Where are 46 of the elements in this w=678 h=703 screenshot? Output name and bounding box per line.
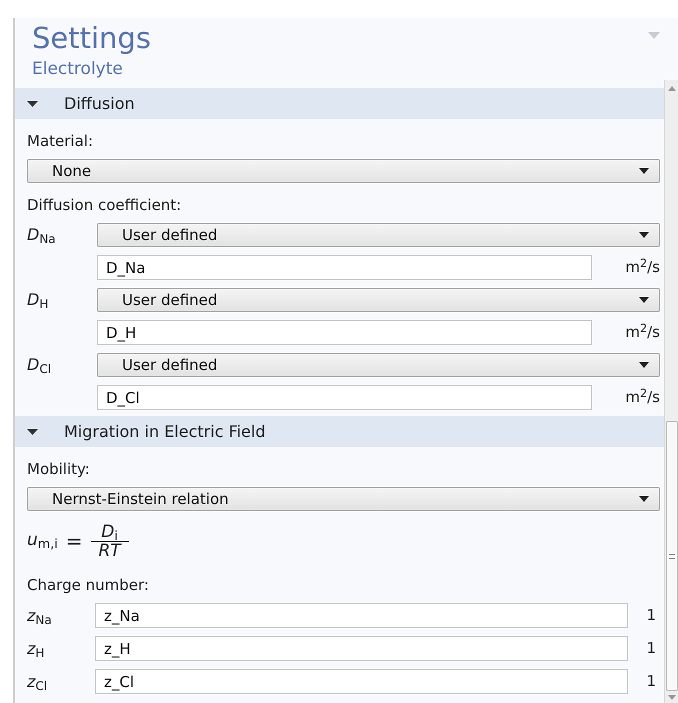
input-field[interactable]: z_Na [95, 603, 628, 628]
input-field[interactable]: D_H [97, 320, 592, 345]
unit-label: m$^{2}$/s [625, 323, 660, 342]
input-field[interactable]: z_H [95, 636, 628, 661]
unit-label: 1 [646, 606, 656, 624]
symbol-label: z$_{Na}$ [27, 606, 52, 624]
caret-icon [27, 428, 38, 434]
scroll-up-icon[interactable] [668, 86, 676, 91]
input-field[interactable]: D_Cl [97, 385, 592, 410]
fraction-denominator: RT [98, 542, 121, 560]
caret-icon [639, 362, 649, 368]
scrollbar[interactable] [664, 80, 678, 703]
caret-icon [27, 100, 38, 106]
unit-label: 1 [646, 639, 656, 658]
panel-subtitle: Electrolyte [32, 58, 123, 81]
dropdown[interactable]: Nernst-Einstein relation [27, 487, 660, 511]
symbol-label: z$_{Cl}$ [27, 672, 48, 690]
section-header[interactable]: Migration in Electric Field [15, 416, 664, 447]
caret-icon [639, 168, 649, 174]
symbol-label: D$_{H}$ [27, 290, 48, 309]
dropdown-arrow-icon[interactable] [648, 32, 660, 39]
field-label: Material: [27, 131, 93, 151]
field-label: Diffusion coefficient: [27, 195, 182, 215]
caret-icon [639, 297, 649, 303]
scroll-down-icon[interactable] [668, 695, 676, 700]
formula-lhs: u$_{m,i}$ [27, 529, 58, 554]
fraction-numerator: D$_{i}$ [101, 522, 118, 540]
dropdown[interactable]: User defined [97, 288, 660, 312]
unit-label: m$^{2}$/s [625, 388, 660, 406]
unit-label: m$^{2}$/s [625, 258, 660, 276]
panel-title: Settings [32, 20, 151, 56]
dropdown[interactable]: User defined [97, 223, 660, 247]
symbol-label: D$_{Cl}$ [27, 355, 52, 374]
equals-sign: = [66, 528, 83, 555]
caret-icon [639, 232, 649, 238]
symbol-label: D$_{Na}$ [27, 225, 56, 244]
dropdown[interactable]: None [27, 159, 660, 183]
input-field[interactable]: D_Na [97, 255, 592, 280]
unit-label: 1 [646, 672, 656, 690]
input-field[interactable]: z_Cl [95, 669, 628, 694]
field-label: Charge number: [27, 575, 149, 595]
dropdown[interactable]: User defined [97, 353, 660, 377]
caret-icon [639, 496, 649, 502]
section-header[interactable]: Diffusion [15, 88, 664, 119]
field-label: Mobility: [27, 459, 90, 479]
symbol-label: z$_{H}$ [27, 638, 44, 658]
